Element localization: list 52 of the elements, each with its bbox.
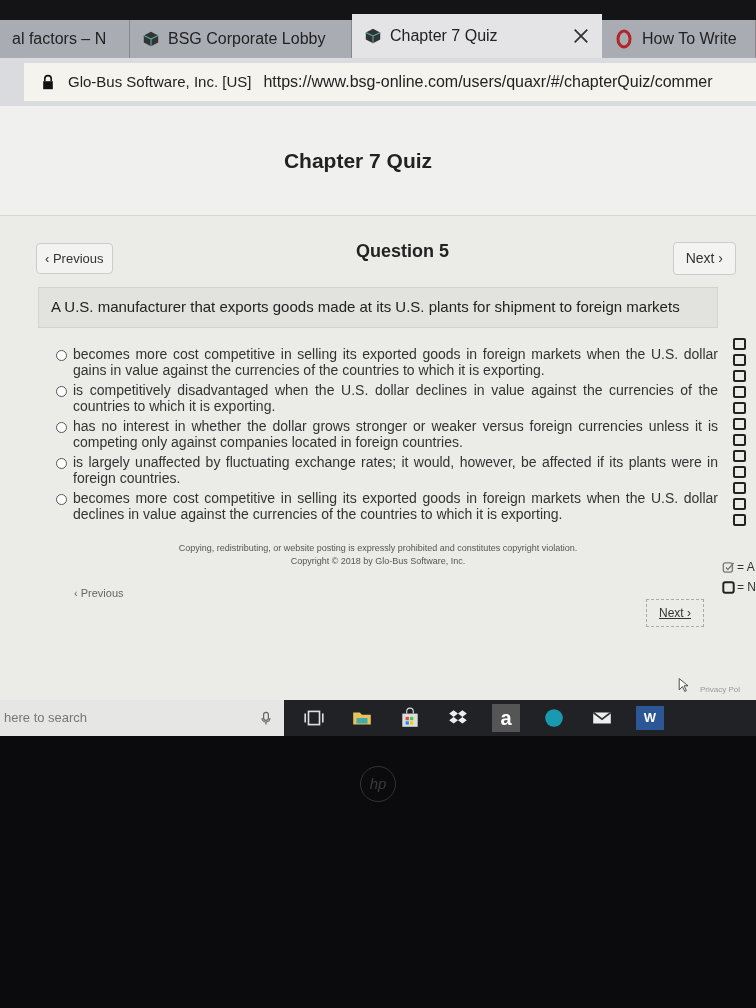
cube-icon [364, 27, 382, 45]
previous-button[interactable]: ‹ Previous [36, 242, 113, 275]
taskbar-app[interactable]: W [636, 706, 664, 730]
taskbar-search[interactable]: here to search [0, 700, 284, 736]
taskbar-app[interactable]: a [492, 704, 520, 732]
question-box[interactable] [733, 450, 746, 462]
next-link[interactable]: Next › [646, 598, 704, 627]
browser-tab[interactable]: How To Write [602, 20, 756, 58]
url-text: https://www.bsg-online.com/users/quaxr/#/chapterQuiz/commer [263, 72, 713, 92]
checked-box-icon [722, 560, 735, 574]
close-icon [572, 27, 590, 45]
page-title: Chapter 7 Quiz [283, 147, 433, 174]
question-box[interactable] [733, 482, 746, 494]
answer-option[interactable]: is competitively disadvantaged when the U.S. dollar declines in value against the currencies of the countries to which it is exporting. [73, 381, 718, 414]
answer-option[interactable]: becomes more cost competitive in selling its exported goods in foreign markets when the U.S. dollar gains in value against the currencies of the countries to which it is exporting. [73, 345, 718, 378]
answer-option[interactable]: has no interest in whether the dollar grows stronger or weaker versus foreign currencies unless it is competing only against companies located in foreign countries. [73, 417, 718, 450]
shopping-bag-icon [399, 707, 421, 729]
radio-button[interactable] [56, 349, 67, 361]
copyright-notice: Copying, redistributing, or website posting is expressly prohibited and constitutes copyright violation. [178, 541, 578, 555]
browser-tab[interactable]: Chapter 7 Quiz [352, 14, 602, 58]
question-box[interactable] [733, 354, 746, 366]
radio-button[interactable] [56, 421, 67, 433]
microphone-icon [258, 709, 274, 727]
question-box[interactable] [733, 514, 746, 526]
radio-button[interactable] [56, 457, 67, 469]
browser-tab[interactable]: BSG Corporate Lobby [130, 20, 352, 58]
address-bar[interactable]: Glo-Bus Software, Inc. [US] https://www.bsg-online.com/users/quaxr/#/chapterQuiz/commer [24, 63, 756, 101]
question-box[interactable] [733, 370, 746, 382]
previous-link[interactable]: ‹ Previous [74, 584, 124, 601]
question-box[interactable] [733, 386, 746, 398]
question-box[interactable] [733, 418, 746, 430]
empty-box-icon [722, 580, 735, 594]
question-box[interactable] [733, 466, 746, 478]
padlock-icon [40, 73, 56, 91]
radio-button[interactable] [56, 385, 67, 397]
question-title: Question 5 [356, 240, 450, 263]
copyright-line: Copyright © 2018 by Glo-Bus Software, Inc. [290, 555, 466, 568]
question-box[interactable] [733, 498, 746, 510]
answer-option[interactable]: is largely unaffected by fluctuating exchange rates; it would, however, be affected if its plants were in foreign countries. [73, 453, 718, 486]
question-box[interactable] [733, 402, 746, 414]
radio-button[interactable] [56, 493, 67, 505]
ring-icon [614, 29, 634, 49]
question-box[interactable] [733, 338, 746, 350]
next-button[interactable]: Next › [672, 242, 736, 275]
legend-label: = N [737, 579, 756, 596]
question-box[interactable] [733, 434, 746, 446]
answer-option[interactable]: becomes more cost competitive in selling its exported goods in foreign markets when the U.S. dollar declines in value against the currencies of the countries to which it is exporting. [73, 489, 718, 522]
question-prompt: A U.S. manufacturer that exports goods made at its U.S. plants for shipment to foreign markets [38, 287, 718, 328]
cube-icon [142, 30, 160, 48]
browser-tab[interactable]: al factors – N [0, 20, 130, 58]
site-name: Glo-Bus Software, Inc. [US] [68, 71, 252, 92]
legend-label: = A [737, 559, 755, 576]
